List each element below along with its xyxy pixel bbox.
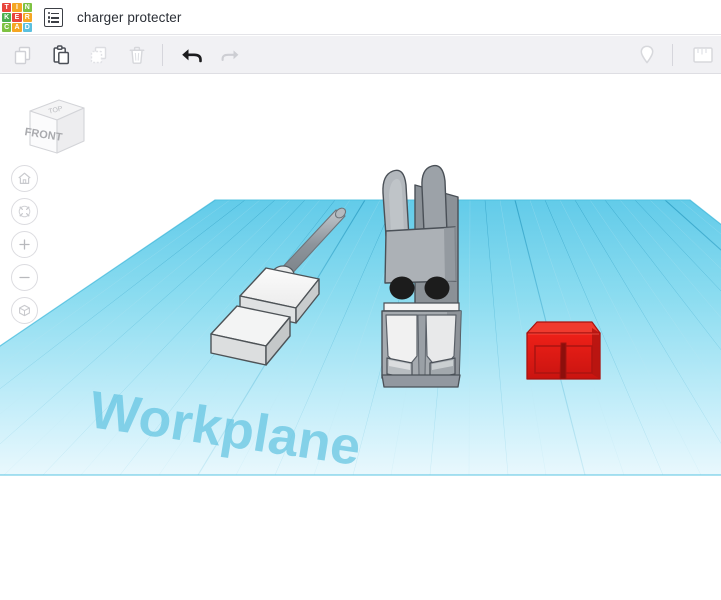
trash-icon <box>129 46 145 64</box>
copy-icon <box>14 46 31 64</box>
3d-viewport[interactable]: Workplane TOP FRONT <box>0 75 721 600</box>
redo-arrow-icon <box>221 49 239 61</box>
charger-plug-shape[interactable] <box>210 206 347 366</box>
model-objects-layer[interactable] <box>0 75 721 600</box>
toolbar-divider <box>672 43 673 66</box>
logo-tile: E <box>12 12 22 23</box>
toolbar-divider <box>162 43 163 66</box>
app-header: T I N K E R C A D charger protecter <box>0 0 721 35</box>
logo-tile: R <box>22 12 32 23</box>
box-center-slot <box>559 342 567 380</box>
home-icon <box>18 172 31 184</box>
duplicate-button[interactable] <box>82 40 116 70</box>
cube-icon <box>19 304 30 317</box>
delete-button[interactable] <box>120 40 154 70</box>
zoom-in-button[interactable] <box>11 231 38 258</box>
location-pin-icon <box>640 44 654 63</box>
fit-to-view-button[interactable] <box>11 198 38 225</box>
logo-tile: I <box>12 2 22 12</box>
plus-icon <box>19 239 30 250</box>
zoom-out-button[interactable] <box>11 264 38 291</box>
home-view-button[interactable] <box>11 165 38 192</box>
copy-button[interactable] <box>6 40 40 70</box>
logo-tile: K <box>2 12 12 23</box>
logo-tile: A <box>12 23 22 33</box>
logo-tile: N <box>22 2 32 12</box>
tinkercad-logo[interactable]: T I N K E R C A D <box>2 2 32 33</box>
fit-arrows-icon <box>18 205 31 218</box>
minus-icon <box>19 276 30 279</box>
logo-tile: T <box>2 2 12 12</box>
undo-button[interactable] <box>175 40 209 70</box>
tinkercad-app: T I N K E R C A D charger protecter Work… <box>0 0 721 600</box>
ruler-button[interactable] <box>685 40 719 70</box>
page-title[interactable]: charger protecter <box>77 10 182 25</box>
main-toolbar <box>0 36 721 74</box>
dog-figure-shape[interactable] <box>381 164 462 388</box>
dog-eye-left <box>389 276 415 300</box>
red-protector-box-shape[interactable] <box>526 321 601 380</box>
workplane-button[interactable] <box>630 40 664 70</box>
logo-tile: D <box>22 23 32 33</box>
paste-icon <box>53 44 70 64</box>
duplicate-icon <box>90 46 107 63</box>
undo-arrow-icon <box>182 48 202 62</box>
viewport-nav-controls <box>11 165 38 324</box>
ruler-icon <box>693 46 713 63</box>
dog-eye-right <box>424 276 450 300</box>
logo-tile: C <box>2 23 12 33</box>
document-list-icon[interactable] <box>44 7 63 27</box>
view-cube[interactable]: TOP FRONT <box>12 85 92 165</box>
perspective-toggle-button[interactable] <box>11 297 38 324</box>
redo-button[interactable] <box>213 40 247 70</box>
paste-button[interactable] <box>44 40 78 70</box>
